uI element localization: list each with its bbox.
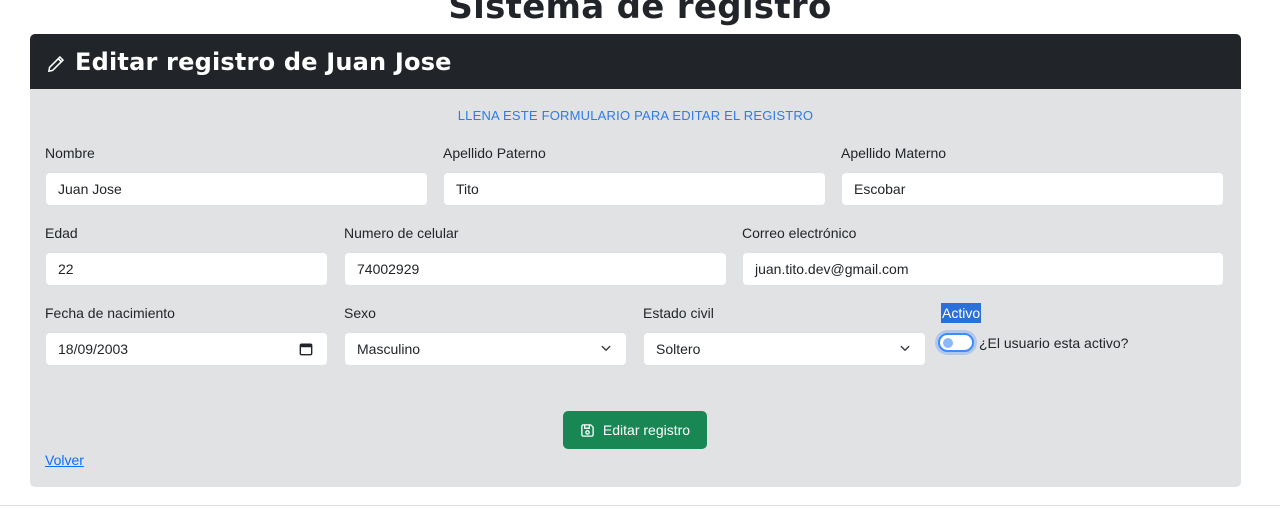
- celular-input[interactable]: 74002929: [344, 252, 727, 286]
- sexo-label: Sexo: [344, 305, 376, 321]
- card-title: Editar registro de Juan Jose: [75, 47, 452, 76]
- apellido-paterno-value: Tito: [456, 181, 479, 197]
- apellido-materno-value: Escobar: [854, 181, 906, 197]
- save-icon: [581, 423, 594, 437]
- apellido-paterno-label: Apellido Paterno: [443, 145, 546, 161]
- chevron-down-icon: [601, 345, 611, 351]
- form-subtitle: LLENA ESTE FORMULARIO PARA EDITAR EL REG…: [457, 108, 814, 123]
- divider: [0, 505, 1280, 506]
- fecha-nacimiento-input[interactable]: 18/09/2003: [45, 332, 328, 366]
- fecha-nacimiento-label: Fecha de nacimiento: [45, 305, 175, 321]
- activo-label: Activo: [941, 303, 982, 323]
- edit-record-label: Editar registro: [602, 422, 691, 438]
- edit-form-card: Editar registro de Juan Jose LLENA ESTE …: [30, 34, 1241, 487]
- sexo-value: Masculino: [357, 341, 421, 357]
- activo-switch[interactable]: [938, 333, 974, 352]
- nombre-label: Nombre: [45, 145, 95, 161]
- correo-value: juan.tito.dev@gmail.com: [755, 261, 909, 277]
- celular-value: 74002929: [357, 261, 420, 277]
- sexo-select[interactable]: Masculino: [344, 332, 627, 366]
- apellido-materno-input[interactable]: Escobar: [841, 172, 1224, 206]
- activo-switch-label[interactable]: ¿El usuario esta activo?: [979, 335, 1128, 351]
- pencil-icon: [47, 55, 65, 72]
- estado-civil-value: Soltero: [656, 341, 701, 357]
- nombre-value: Juan Jose: [58, 181, 122, 197]
- edad-value: 22: [58, 261, 74, 277]
- correo-input[interactable]: juan.tito.dev@gmail.com: [742, 252, 1224, 286]
- apellido-materno-label: Apellido Materno: [841, 145, 947, 161]
- estado-civil-select[interactable]: Soltero: [643, 332, 926, 366]
- edad-label: Edad: [45, 225, 78, 241]
- apellido-paterno-input[interactable]: Tito: [443, 172, 826, 206]
- chevron-down-icon: [900, 345, 910, 351]
- edit-record-button[interactable]: Editar registro: [563, 411, 707, 449]
- page-title: Sistema de registro: [448, 0, 832, 27]
- back-link[interactable]: Volver: [45, 452, 84, 468]
- fecha-nacimiento-value: 18/09/2003: [58, 341, 129, 357]
- switch-knob: [943, 338, 953, 348]
- edad-input[interactable]: 22: [45, 252, 328, 286]
- calendar-icon[interactable]: [299, 342, 313, 356]
- celular-label: Numero de celular: [344, 225, 459, 241]
- estado-civil-label: Estado civil: [643, 305, 714, 321]
- correo-label: Correo electrónico: [742, 225, 857, 241]
- card-header: Editar registro de Juan Jose: [30, 34, 1241, 89]
- nombre-input[interactable]: Juan Jose: [45, 172, 428, 206]
